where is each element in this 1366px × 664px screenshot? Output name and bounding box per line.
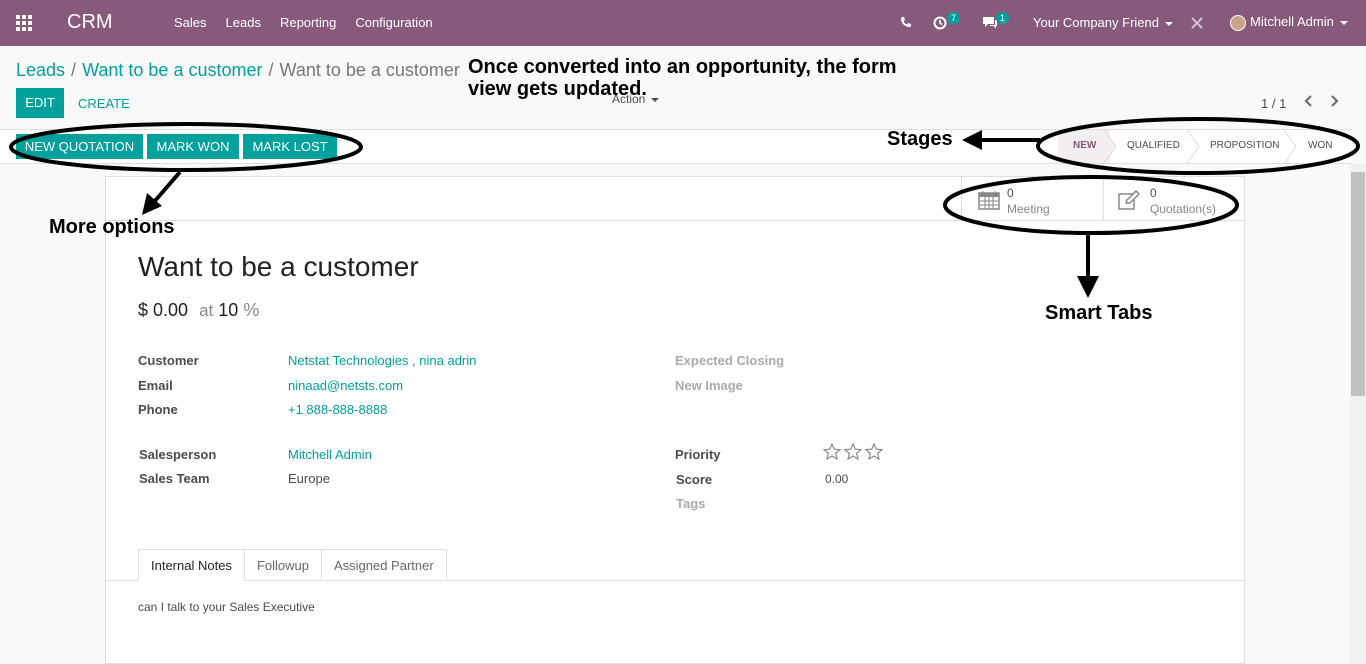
revenue-amount: $ 0.00: [138, 300, 189, 320]
phone-value[interactable]: +1 888-888-8888: [288, 402, 387, 417]
stage-proposition[interactable]: PROPOSITION: [1210, 140, 1279, 151]
company-name: Your Company Friend: [1033, 15, 1159, 30]
annotation-more-options: More options: [49, 216, 175, 238]
tab-internal-notes[interactable]: Internal Notes: [138, 549, 245, 581]
star-icon[interactable]: [864, 442, 884, 463]
stage-qualified[interactable]: QUALIFIED: [1127, 140, 1180, 151]
meeting-count: 0: [1007, 186, 1014, 200]
menu-configuration[interactable]: Configuration: [355, 15, 432, 30]
pager-previous-button[interactable]: [1302, 94, 1316, 110]
record-title: Want to be a customer: [138, 251, 419, 282]
annotation-header-line1: Once converted into an opportunity, the …: [468, 56, 897, 78]
notebook-tabs: Internal Notes Followup Assigned Partner: [138, 549, 447, 581]
tab-followup[interactable]: Followup: [244, 549, 322, 581]
phone-label: Phone: [138, 402, 178, 417]
score-label: Score: [676, 472, 713, 487]
meeting-smart-button[interactable]: 0 Meeting: [961, 177, 1103, 221]
salesperson-label: Salesperson: [139, 447, 217, 462]
probability-percent: %: [243, 300, 260, 320]
stage-new-label: NEW: [1073, 140, 1097, 151]
smart-button-box: 0 Meeting 0 Quotation(s): [106, 177, 1244, 221]
star-icon[interactable]: [822, 442, 842, 463]
breadcrumb: Leads / Want to be a customer / Want to be a…: [16, 60, 460, 80]
apps-menu-icon[interactable]: [16, 15, 34, 33]
stage-separator: [1187, 130, 1200, 163]
priority-stars: [822, 442, 884, 463]
mark-won-button[interactable]: MARK WON: [147, 134, 239, 159]
annotation-smart-tabs: Smart Tabs: [1045, 302, 1153, 324]
form-sheet: 0 Meeting 0 Quotation(s): [105, 176, 1245, 664]
quotations-smart-button[interactable]: 0 Quotation(s): [1103, 177, 1244, 221]
edit-icon: [1118, 189, 1141, 210]
company-switcher[interactable]: Your Company Friend: [1033, 15, 1173, 30]
calendar-icon: [978, 190, 1000, 210]
stage-separator: [1104, 130, 1117, 163]
breadcrumb-current: Want to be a customer: [279, 60, 460, 80]
meeting-label: Meeting: [1007, 202, 1050, 216]
app-brand[interactable]: CRM: [67, 11, 113, 34]
email-label: Email: [138, 378, 173, 393]
annotation-stages: Stages: [887, 128, 953, 150]
customer-value[interactable]: Netstat Technologies , nina adrin: [288, 353, 476, 368]
tags-label: Tags: [676, 496, 706, 511]
pager-value: 1 / 1: [1261, 96, 1287, 111]
pager-next-button[interactable]: [1329, 94, 1343, 110]
scrollbar-thumb[interactable]: [1351, 172, 1365, 396]
tab-assigned-partner[interactable]: Assigned Partner: [321, 549, 447, 581]
stage-won[interactable]: WON: [1308, 140, 1332, 151]
phone-icon[interactable]: [900, 16, 914, 30]
quotations-label: Quotation(s): [1150, 202, 1217, 216]
menu-reporting[interactable]: Reporting: [280, 15, 336, 30]
mark-lost-button[interactable]: MARK LOST: [243, 134, 337, 159]
sales-team-label: Sales Team: [139, 471, 210, 486]
message-count-badge: 1: [996, 12, 1010, 24]
priority-label: Priority: [675, 447, 721, 462]
star-icon[interactable]: [843, 442, 863, 463]
user-menu[interactable]: Mitchell Admin: [1230, 14, 1348, 31]
new-image-label: New Image: [675, 378, 743, 393]
score-value: 0.00: [825, 472, 849, 486]
sales-team-value[interactable]: Europe: [288, 471, 330, 486]
user-name: Mitchell Admin: [1250, 14, 1334, 29]
new-quotation-button[interactable]: NEW QUOTATION: [16, 134, 143, 159]
stage-separator: [1284, 130, 1297, 163]
probability-value: 10: [218, 300, 239, 320]
edit-button[interactable]: EDIT: [16, 88, 64, 118]
email-value[interactable]: ninaad@netsts.com: [288, 378, 403, 393]
breadcrumb-parent[interactable]: Want to be a customer: [82, 60, 262, 80]
internal-note-text[interactable]: can I talk to your Sales Executive: [138, 600, 315, 614]
activity-count-badge: 7: [947, 12, 961, 24]
revenue-at: at: [199, 301, 214, 320]
customer-label: Customer: [138, 353, 199, 368]
avatar: [1230, 14, 1246, 31]
expected-revenue: $ 0.00 at 10 %: [138, 300, 259, 321]
create-button[interactable]: CREATE: [78, 96, 130, 111]
quotations-count: 0: [1150, 186, 1157, 200]
expected-closing-label: Expected Closing: [675, 353, 785, 368]
breadcrumb-leads[interactable]: Leads: [16, 60, 65, 80]
main-menu: Sales Leads Reporting Configuration: [174, 15, 452, 30]
debug-tools-icon[interactable]: [1191, 17, 1203, 29]
salesperson-value[interactable]: Mitchell Admin: [288, 447, 372, 462]
menu-leads[interactable]: Leads: [226, 15, 261, 30]
top-navbar: CRM Sales Leads Reporting Configuration …: [0, 0, 1366, 46]
annotation-header-line2: view gets updated.: [468, 78, 647, 100]
menu-sales[interactable]: Sales: [174, 15, 207, 30]
